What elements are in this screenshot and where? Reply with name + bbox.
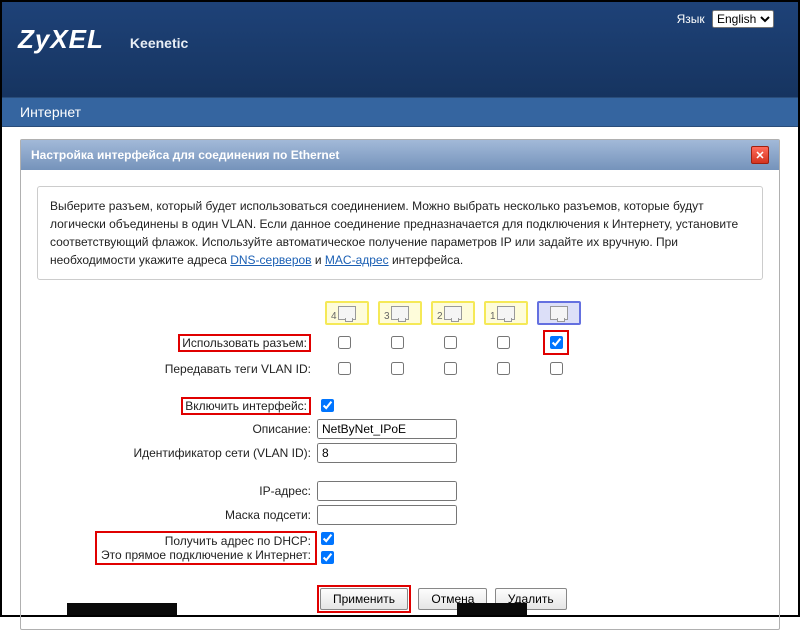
port-4: 4 [322, 298, 372, 328]
header: Язык English ZyXEL Keenetic [2, 2, 798, 97]
vlan-id-row: Идентификатор сети (VLAN ID): [37, 443, 763, 463]
vlan-tag-4-checkbox[interactable] [338, 362, 351, 375]
vlan-tag-label: Передавать теги VLAN ID: [37, 362, 317, 376]
port-2: 2 [428, 298, 478, 328]
language-selector-row: Язык English [677, 10, 774, 28]
description-input[interactable] [317, 419, 457, 439]
port-1: 1 [481, 298, 531, 328]
description-row: Описание: [37, 419, 763, 439]
mac-link[interactable]: MAC-адрес [325, 253, 389, 267]
vlan-tag-1-checkbox[interactable] [497, 362, 510, 375]
mask-row: Маска подсети: [37, 505, 763, 525]
panel-title: Настройка интерфейса для соединения по E… [31, 148, 339, 162]
description-box: Выберите разъем, который будет использов… [37, 186, 763, 280]
direct-label: Это прямое подключение к Интернет: [101, 548, 311, 562]
use-port-2-checkbox[interactable] [444, 333, 457, 352]
use-port-1-checkbox[interactable] [497, 333, 510, 352]
mask-label: Маска подсети: [37, 508, 317, 522]
description-label: Описание: [37, 422, 317, 436]
bottom-decoration [2, 603, 798, 615]
dhcp-direct-block: Получить адрес по DHCP: Это прямое подкл… [37, 529, 763, 567]
vlan-tag-wan-checkbox[interactable] [550, 362, 563, 375]
panel-body: Выберите разъем, который будет использов… [21, 170, 779, 629]
brand-logo: ZyXEL [18, 24, 104, 55]
ethernet-panel: Настройка интерфейса для соединения по E… [20, 139, 780, 630]
close-icon[interactable]: ✕ [751, 146, 769, 164]
section-title: Интернет [2, 97, 798, 127]
use-port-4-checkbox[interactable] [338, 333, 351, 352]
direct-checkbox[interactable] [321, 551, 334, 564]
enable-interface-label: Включить интерфейс: [181, 397, 311, 415]
panel-header: Настройка интерфейса для соединения по E… [21, 140, 779, 170]
ip-row: IP-адрес: [37, 481, 763, 501]
use-port-3-checkbox[interactable] [391, 333, 404, 352]
language-label: Язык [677, 12, 705, 26]
enable-interface-checkbox[interactable] [321, 399, 334, 412]
vlan-id-input[interactable] [317, 443, 457, 463]
brand-row: ZyXEL Keenetic [18, 24, 782, 55]
language-select[interactable]: English [712, 10, 774, 28]
brand-model: Keenetic [130, 35, 188, 51]
port-wan [534, 298, 584, 328]
vlan-tag-row: Передавать теги VLAN ID: [37, 359, 763, 378]
port-3: 3 [375, 298, 425, 328]
mask-input[interactable] [317, 505, 457, 525]
ip-input[interactable] [317, 481, 457, 501]
vlan-tag-3-checkbox[interactable] [391, 362, 404, 375]
vlan-id-label: Идентификатор сети (VLAN ID): [37, 446, 317, 460]
use-port-label: Использовать разъем: [178, 334, 311, 352]
content-area: Настройка интерфейса для соединения по E… [2, 127, 798, 615]
dns-link[interactable]: DNS-серверов [230, 253, 311, 267]
use-port-wan-checkbox[interactable] [550, 336, 563, 349]
use-port-row: Использовать разъем: [37, 330, 763, 355]
ports-row: 4 3 2 1 [317, 298, 587, 328]
enable-interface-row: Включить интерфейс: [37, 396, 763, 415]
vlan-tag-2-checkbox[interactable] [444, 362, 457, 375]
router-admin-page: Язык English ZyXEL Keenetic Интернет Нас… [0, 0, 800, 617]
dhcp-checkbox[interactable] [321, 532, 334, 545]
ip-label: IP-адрес: [37, 484, 317, 498]
dhcp-label: Получить адрес по DHCP: [101, 534, 311, 548]
